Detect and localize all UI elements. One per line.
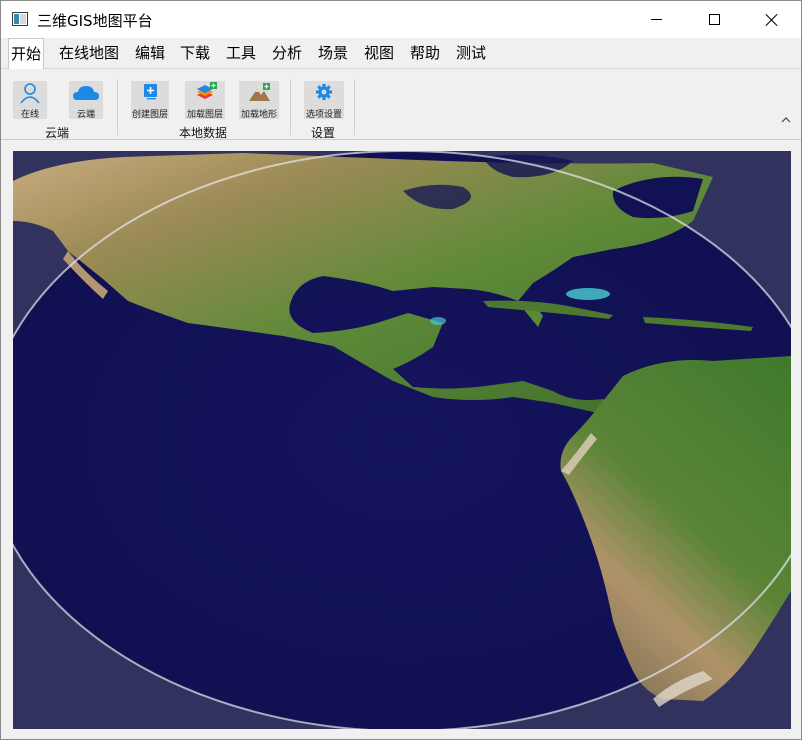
create-layer-button[interactable]: 创建图层 [131, 81, 169, 120]
load-terrain-button[interactable]: 加载地形 [239, 81, 279, 120]
menu-bar: 开始 在线地图 编辑 下载 工具 分析 场景 视图 帮助 测试 [1, 38, 801, 70]
group-label-settings: 设置 [311, 126, 336, 140]
collapse-ribbon-icon[interactable] [781, 115, 791, 125]
bahamas-shallows [566, 288, 610, 300]
cloud-icon [73, 86, 99, 100]
menu-help[interactable]: 帮助 [408, 38, 442, 69]
group-label-local-data: 本地数据 [179, 126, 228, 140]
group-label-cloud: 云端 [45, 126, 70, 140]
menu-view[interactable]: 视图 [362, 38, 396, 69]
user-icon [20, 83, 40, 104]
load-layers-button[interactable]: 加载图层 [185, 81, 225, 120]
menu-start[interactable]: 开始 [8, 38, 45, 70]
cloud-label: 云端 [76, 110, 95, 120]
window-title: 三维GIS地图平台 [37, 12, 153, 30]
close-button[interactable] [743, 1, 801, 38]
gear-icon [316, 84, 332, 100]
yucatan-shallows [430, 317, 446, 325]
menu-online-map[interactable]: 在线地图 [57, 38, 121, 69]
load-layers-icon [197, 82, 217, 99]
app-window: 三维GIS地图平台 开始 在线地图 编辑 下载 工具 分析 场景 视图 帮助 测… [0, 0, 802, 740]
options-settings-button[interactable]: 选项设置 [304, 81, 344, 120]
map-viewport[interactable] [13, 151, 791, 729]
add-layer-icon [144, 84, 157, 100]
load-layers-label: 加载图层 [186, 110, 223, 120]
menu-test[interactable]: 测试 [454, 38, 488, 69]
menu-analysis[interactable]: 分析 [270, 38, 304, 69]
ribbon-separator [354, 79, 355, 135]
maximize-icon [708, 14, 720, 25]
online-label: 在线 [20, 110, 39, 120]
ribbon-separator [117, 79, 118, 135]
ribbon-toolbar: 在线 云端 云端 创建图层 加载图层 加载地形 本地数据 选项设置 设置 [1, 69, 801, 140]
online-button[interactable]: 在线 [13, 81, 47, 120]
create-layer-label: 创建图层 [131, 110, 168, 120]
close-icon [765, 13, 779, 27]
minimize-icon [650, 19, 662, 20]
menu-scene[interactable]: 场景 [316, 38, 350, 69]
cloud-button[interactable]: 云端 [69, 81, 103, 120]
terrain-icon [249, 83, 270, 101]
globe-map[interactable] [13, 151, 791, 729]
title-bar[interactable]: 三维GIS地图平台 [1, 1, 801, 38]
minimize-button[interactable] [627, 1, 685, 38]
menu-download[interactable]: 下载 [178, 38, 212, 69]
ribbon-separator [290, 79, 291, 135]
maximize-button[interactable] [685, 1, 743, 38]
options-settings-label: 选项设置 [305, 110, 342, 120]
app-icon [12, 12, 28, 26]
menu-edit[interactable]: 编辑 [133, 38, 167, 69]
load-terrain-label: 加载地形 [240, 110, 277, 120]
menu-tools[interactable]: 工具 [224, 38, 258, 69]
